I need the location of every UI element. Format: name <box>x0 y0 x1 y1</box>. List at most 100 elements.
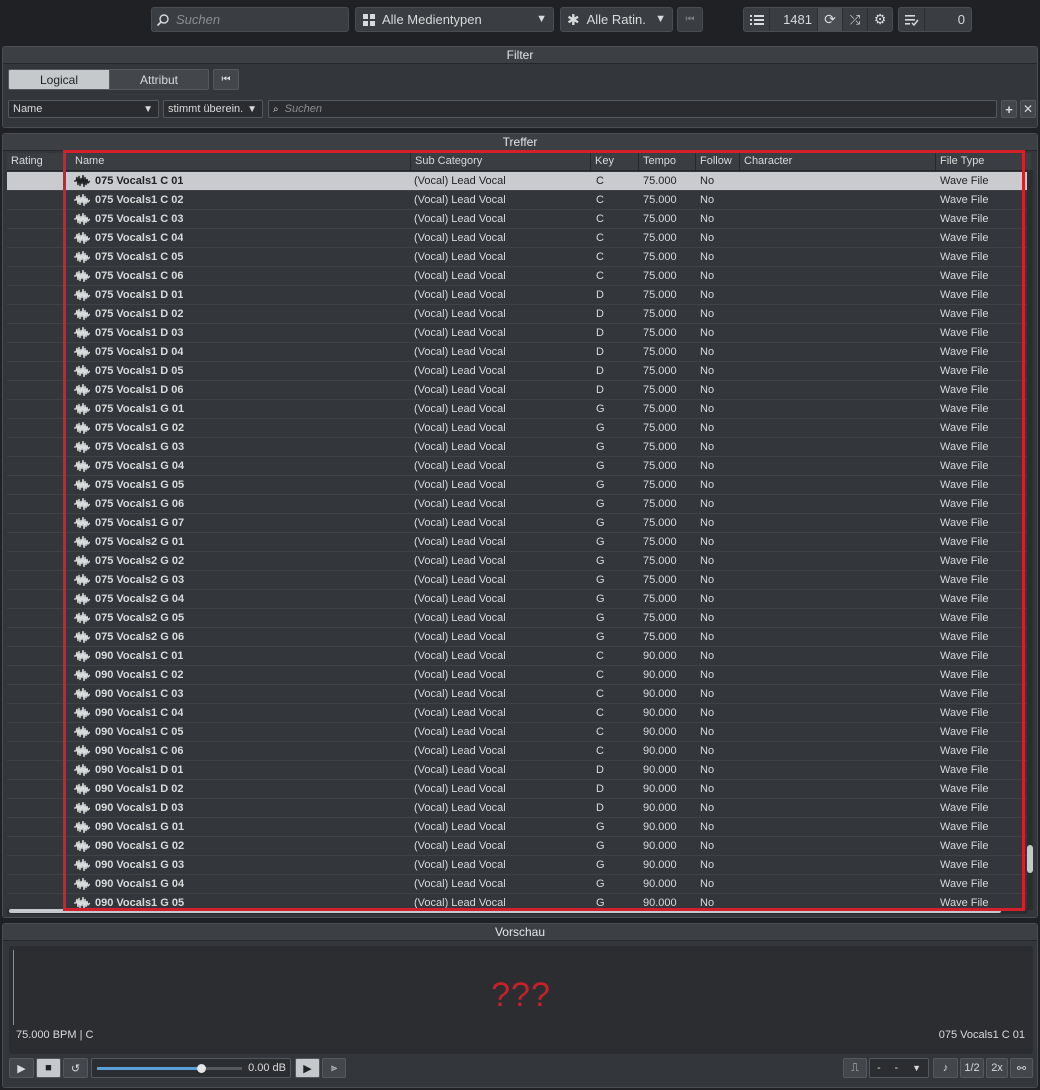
checklist-button[interactable] <box>899 8 925 31</box>
cell-sub-category: (Vocal) Lead Vocal <box>414 878 506 890</box>
waveform-icon <box>74 479 90 492</box>
preview-waveform-area[interactable]: ??? 75.000 BPM | C 075 Vocals1 C 01 <box>9 946 1033 1054</box>
cell-key: D <box>596 327 604 339</box>
tab-logical[interactable]: Logical <box>9 70 109 89</box>
table-row[interactable]: 090 Vocals1 C 04 (Vocal) Lead Vocal C 90.00… <box>7 704 1029 723</box>
table-row[interactable]: 075 Vocals2 G 01 (Vocal) Lead Vocal G 75.00… <box>7 533 1029 552</box>
horizontal-scrollbar[interactable] <box>7 909 1027 914</box>
col-character[interactable]: Character <box>740 153 936 171</box>
cell-key: G <box>596 612 605 624</box>
table-row[interactable]: 075 Vocals1 G 03 (Vocal) Lead Vocal G 75.00… <box>7 438 1029 457</box>
col-follow[interactable]: Follow <box>696 153 740 171</box>
table-row[interactable]: 090 Vocals1 G 02 (Vocal) Lead Vocal G 90.00… <box>7 837 1029 856</box>
double-speed-button[interactable]: 2x <box>986 1058 1008 1078</box>
reset-filter-button[interactable]: ⏮ <box>213 69 239 90</box>
col-key[interactable]: Key <box>591 153 639 171</box>
list-icon <box>749 14 764 25</box>
table-row[interactable]: 075 Vocals1 C 05 (Vocal) Lead Vocal C 75.00… <box>7 248 1029 267</box>
waveform-icon <box>74 460 90 473</box>
filter-field-select[interactable]: Name ▼ <box>8 100 159 118</box>
waveform-icon <box>74 289 90 302</box>
tape-button[interactable]: ⚯ <box>1010 1058 1033 1078</box>
volume-knob[interactable] <box>197 1064 206 1073</box>
table-row[interactable]: 075 Vocals1 C 03 (Vocal) Lead Vocal C 75.00… <box>7 210 1029 229</box>
volume-slider[interactable]: 0.00 dB <box>91 1058 291 1078</box>
table-row[interactable]: 075 Vocals1 G 05 (Vocal) Lead Vocal G 75.00… <box>7 476 1029 495</box>
filter-condition-select[interactable]: stimmt überein. ▼ <box>163 100 263 118</box>
table-row[interactable]: 090 Vocals1 C 01 (Vocal) Lead Vocal C 90.00… <box>7 647 1029 666</box>
col-file-type[interactable]: File Type <box>936 153 1031 171</box>
vertical-scroll-thumb[interactable] <box>1027 845 1033 873</box>
cell-name: 075 Vocals1 G 02 <box>71 419 184 437</box>
table-row[interactable]: 090 Vocals1 G 01 (Vocal) Lead Vocal G 90.00… <box>7 818 1029 837</box>
search-input[interactable]: Suchen <box>151 7 349 32</box>
filter-search-input[interactable]: ⌕ Suchen <box>268 100 997 118</box>
horizontal-scroll-thumb[interactable] <box>9 909 1001 913</box>
col-name[interactable]: Name <box>71 153 411 171</box>
table-row[interactable]: 075 Vocals2 G 05 (Vocal) Lead Vocal G 75.00… <box>7 609 1029 628</box>
waveform-icon <box>74 251 90 264</box>
reset-button[interactable]: ⏮ <box>677 7 703 32</box>
pitch-selector[interactable]: - - ▼ <box>869 1058 929 1078</box>
half-speed-button[interactable]: 1/2 <box>960 1058 984 1078</box>
col-rating[interactable]: Rating <box>7 153 65 171</box>
table-row[interactable]: 075 Vocals2 G 03 (Vocal) Lead Vocal G 75.00… <box>7 571 1029 590</box>
table-row[interactable]: 090 Vocals1 G 05 (Vocal) Lead Vocal G 90.00… <box>7 894 1029 909</box>
add-filter-button[interactable]: + <box>1001 100 1017 118</box>
table-row[interactable]: 075 Vocals1 C 04 (Vocal) Lead Vocal C 75.00… <box>7 229 1029 248</box>
table-row[interactable]: 090 Vocals1 G 03 (Vocal) Lead Vocal G 90.00… <box>7 856 1029 875</box>
cell-name-text: 075 Vocals1 G 01 <box>95 403 185 415</box>
table-row[interactable]: 075 Vocals1 D 01 (Vocal) Lead Vocal D 75.00… <box>7 286 1029 305</box>
table-row[interactable]: 075 Vocals1 C 02 (Vocal) Lead Vocal C 75.00… <box>7 191 1029 210</box>
cell-sub-category: (Vocal) Lead Vocal <box>414 403 506 415</box>
table-row[interactable]: 075 Vocals1 G 07 (Vocal) Lead Vocal G 75.00… <box>7 514 1029 533</box>
table-row[interactable]: 075 Vocals1 D 06 (Vocal) Lead Vocal D 75.00… <box>7 381 1029 400</box>
table-row[interactable]: 090 Vocals1 C 05 (Vocal) Lead Vocal C 90.00… <box>7 723 1029 742</box>
cell-follow: No <box>700 802 715 814</box>
align-beats-button[interactable]: ⫸ <box>322 1058 346 1078</box>
table-row[interactable]: 075 Vocals2 G 06 (Vocal) Lead Vocal G 75.00… <box>7 628 1029 647</box>
vertical-scrollbar[interactable] <box>1027 170 1033 910</box>
table-row[interactable]: 075 Vocals1 C 01 (Vocal) Lead Vocal C 75.00… <box>7 172 1029 191</box>
table-row[interactable]: 075 Vocals1 G 06 (Vocal) Lead Vocal G 75.00… <box>7 495 1029 514</box>
settings-button[interactable]: ⚙ <box>868 8 892 31</box>
table-row[interactable]: 075 Vocals1 C 06 (Vocal) Lead Vocal C 75.00… <box>7 267 1029 286</box>
table-row[interactable]: 075 Vocals1 G 04 (Vocal) Lead Vocal G 75.00… <box>7 457 1029 476</box>
col-sub-category[interactable]: Sub Category <box>411 153 591 171</box>
table-row[interactable]: 075 Vocals1 D 02 (Vocal) Lead Vocal D 75.00… <box>7 305 1029 324</box>
table-row[interactable]: 090 Vocals1 D 02 (Vocal) Lead Vocal D 90.00… <box>7 780 1029 799</box>
auto-play-button[interactable]: ▶ <box>295 1058 320 1078</box>
media-type-dropdown[interactable]: Alle Medientypen ▼ <box>355 7 554 32</box>
tab-attribut[interactable]: Attribut <box>109 70 208 89</box>
waveform-icon <box>74 726 90 739</box>
rating-dropdown[interactable]: ✱ Alle Ratin. ▼ <box>560 7 673 32</box>
list-view-button[interactable] <box>744 8 770 31</box>
table-row[interactable]: 075 Vocals1 G 02 (Vocal) Lead Vocal G 75.00… <box>7 419 1029 438</box>
remove-filter-button[interactable]: ✕ <box>1020 100 1036 118</box>
table-row[interactable]: 075 Vocals1 D 04 (Vocal) Lead Vocal D 75.00… <box>7 343 1029 362</box>
pulse-button[interactable]: ⎍ <box>843 1058 867 1078</box>
note-button[interactable]: ♪ <box>933 1058 958 1078</box>
table-row[interactable]: 090 Vocals1 C 06 (Vocal) Lead Vocal C 90.00… <box>7 742 1029 761</box>
table-row[interactable]: 090 Vocals1 C 03 (Vocal) Lead Vocal C 90.00… <box>7 685 1029 704</box>
table-row[interactable]: 090 Vocals1 G 04 (Vocal) Lead Vocal G 90.00… <box>7 875 1029 894</box>
play-button[interactable]: ▶ <box>9 1058 34 1078</box>
shuffle-button[interactable]: ⤮ <box>843 8 868 31</box>
table-row[interactable]: 075 Vocals1 D 05 (Vocal) Lead Vocal D 75.00… <box>7 362 1029 381</box>
refresh-button[interactable]: ⟳ <box>818 8 843 31</box>
results-panel: Treffer Rating Name Sub Category Key Tem… <box>2 133 1038 918</box>
stop-button[interactable]: ■ <box>36 1058 61 1078</box>
loop-button[interactable]: ↺ <box>63 1058 88 1078</box>
table-row[interactable]: 090 Vocals1 C 02 (Vocal) Lead Vocal C 90.00… <box>7 666 1029 685</box>
waveform-icon <box>74 783 90 796</box>
table-row[interactable]: 075 Vocals2 G 02 (Vocal) Lead Vocal G 75.00… <box>7 552 1029 571</box>
table-row[interactable]: 075 Vocals2 G 04 (Vocal) Lead Vocal G 75.00… <box>7 590 1029 609</box>
cell-file-type: Wave File <box>940 764 989 776</box>
col-tempo[interactable]: Tempo <box>639 153 696 171</box>
cell-name: 090 Vocals1 G 01 <box>71 818 184 836</box>
pulse-icon: ⎍ <box>851 1061 859 1074</box>
table-row[interactable]: 075 Vocals1 G 01 (Vocal) Lead Vocal G 75.00… <box>7 400 1029 419</box>
table-row[interactable]: 090 Vocals1 D 03 (Vocal) Lead Vocal D 90.00… <box>7 799 1029 818</box>
table-row[interactable]: 075 Vocals1 D 03 (Vocal) Lead Vocal D 75.00… <box>7 324 1029 343</box>
table-row[interactable]: 090 Vocals1 D 01 (Vocal) Lead Vocal D 90.00… <box>7 761 1029 780</box>
